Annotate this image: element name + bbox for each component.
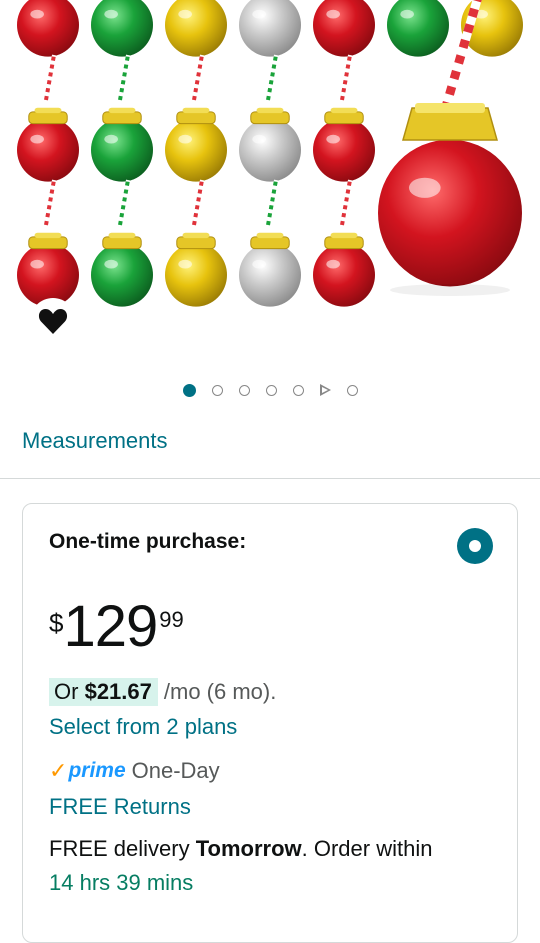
image-pagination: [0, 378, 540, 402]
ornament-green: [91, 118, 153, 182]
prime-delivery-speed: One-Day: [131, 758, 220, 783]
one-time-purchase-card[interactable]: One-time purchase: $ 129 99 Or $21.67 /m…: [22, 503, 518, 943]
price-symbol: $: [49, 608, 64, 638]
pagination-dot-4[interactable]: [265, 384, 277, 396]
ornament-red: [17, 118, 79, 182]
pagination-dot-1[interactable]: [182, 383, 196, 397]
ornament-green: [387, 0, 449, 57]
ornament-red: [313, 243, 375, 307]
monthly-prefix: Or: [54, 679, 79, 704]
ornament-gold: [165, 118, 227, 182]
divider: [0, 478, 540, 479]
ornament-red: [17, 243, 79, 307]
ornament-green: [91, 243, 153, 307]
ornament-red: [313, 118, 375, 182]
product-image-gallery[interactable]: [0, 0, 540, 350]
product-image[interactable]: [0, 0, 540, 350]
radio-selected-indicator: [469, 540, 481, 552]
wishlist-button[interactable]: [30, 298, 76, 344]
heart-icon: [38, 309, 68, 334]
ornament-red: [17, 0, 79, 57]
prime-badge: ✓ prime One-Day: [49, 758, 220, 784]
prime-check-icon: ✓: [49, 758, 68, 783]
price-whole: 129: [63, 594, 158, 659]
pagination-dot-2[interactable]: [211, 384, 223, 396]
purchase-option-radio[interactable]: [457, 528, 493, 564]
ornament-silver: [239, 243, 301, 307]
delivery-message: FREE delivery Tomorrow. Order within 14 …: [49, 832, 509, 900]
monthly-suffix: /mo (6 mo).: [163, 679, 277, 704]
play-video-icon[interactable]: [319, 384, 331, 396]
pagination-dot-3[interactable]: [238, 384, 250, 396]
select-plans-link[interactable]: Select from 2 plans: [49, 714, 237, 740]
free-returns-link[interactable]: FREE Returns: [49, 794, 191, 820]
monthly-payment-highlight: Or $21.67: [49, 678, 158, 706]
pagination-dot-5[interactable]: [292, 384, 304, 396]
ornament-red: [313, 0, 375, 57]
ornament-gold: [165, 0, 227, 57]
purchase-option-title: One-time purchase:: [49, 530, 247, 553]
delivery-day: Tomorrow: [195, 836, 302, 861]
featured-ornament: [378, 139, 522, 287]
delivery-prefix: FREE delivery: [49, 836, 190, 861]
ornament-silver: [239, 118, 301, 182]
delivery-middle: . Order within: [301, 836, 433, 861]
delivery-countdown: 14 hrs 39 mins: [49, 870, 194, 895]
measurements-link[interactable]: Measurements: [22, 428, 168, 454]
price: $ 129 99: [49, 598, 184, 656]
monthly-amount: $21.67: [84, 679, 152, 704]
pagination-dot-7[interactable]: [346, 384, 358, 396]
price-fraction: 99: [159, 607, 184, 632]
ornament-gold: [165, 243, 227, 307]
monthly-payment: Or $21.67 /mo (6 mo).: [49, 678, 276, 706]
prime-logo: prime: [68, 759, 126, 782]
ornament-green: [91, 0, 153, 57]
ornament-silver: [239, 0, 301, 57]
